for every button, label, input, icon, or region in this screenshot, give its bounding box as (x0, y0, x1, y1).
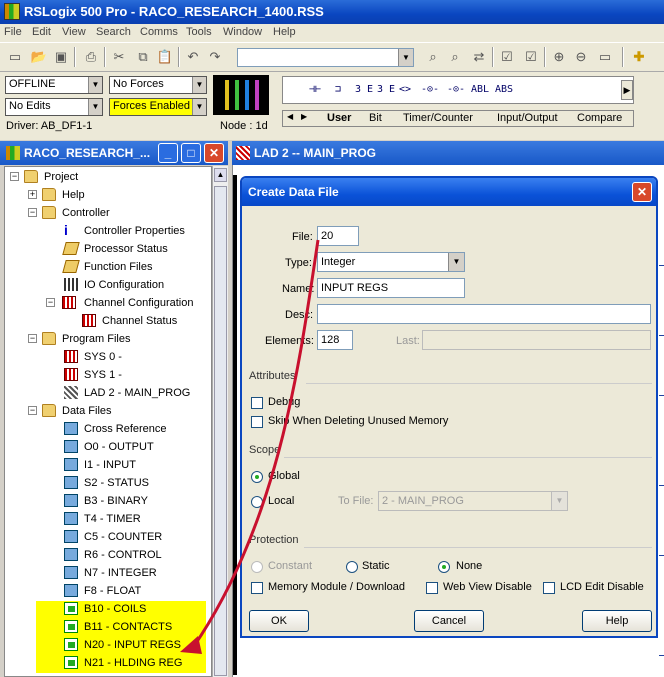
annotation-arrow (180, 239, 320, 654)
